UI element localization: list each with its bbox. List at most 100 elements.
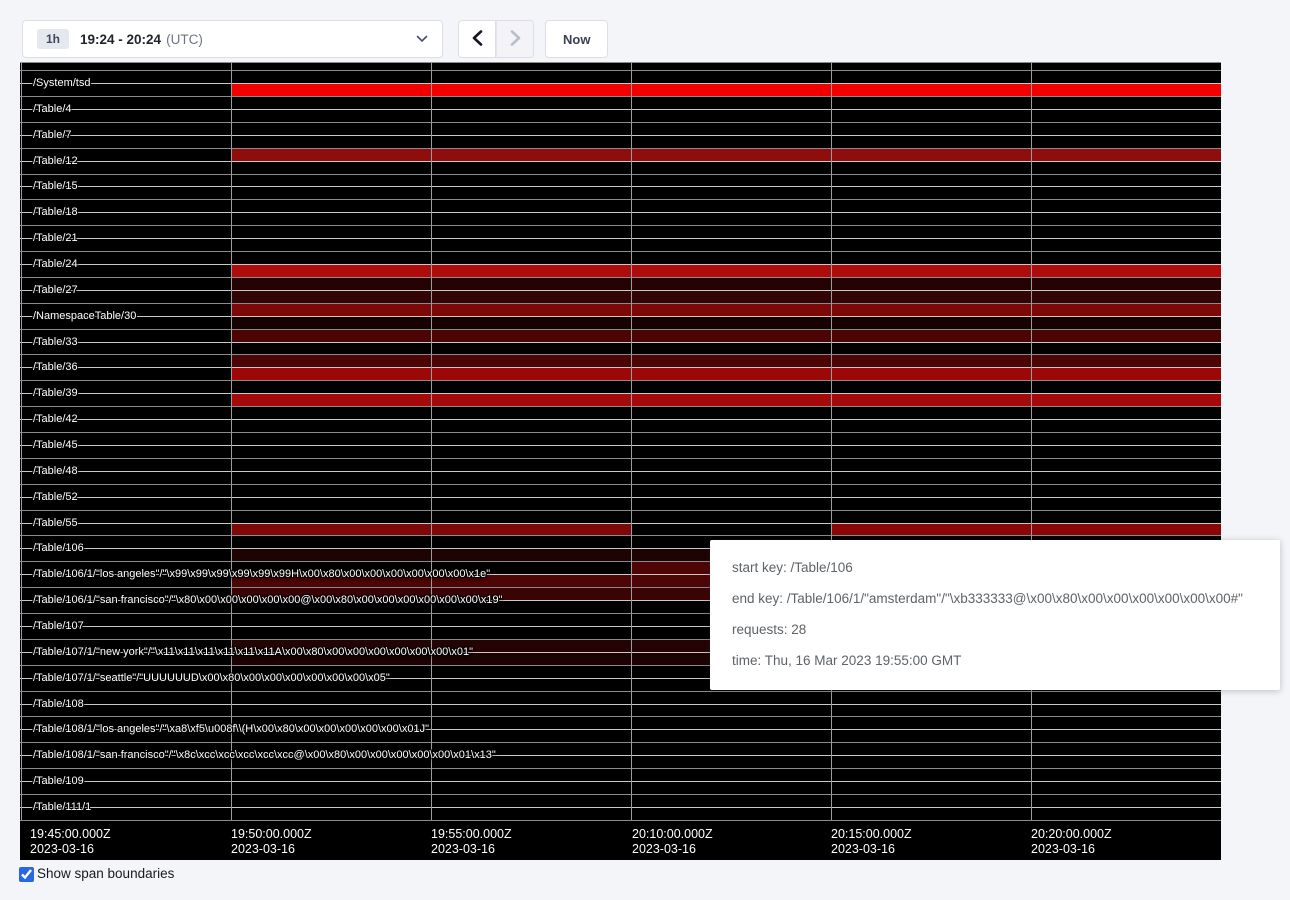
span-boundary-line: [20, 497, 1221, 498]
now-button[interactable]: Now: [545, 20, 608, 58]
span-boundary-line: [20, 393, 1221, 394]
key-visualizer-page: 1h 19:24 - 20:24 (UTC) Now /System/tsd/T…: [0, 0, 1290, 900]
span-boundary-line: [20, 225, 1221, 226]
span-boundary-line: [20, 83, 1221, 84]
key-label: /Table/12: [33, 154, 78, 168]
heatmap-band[interactable]: [231, 368, 1221, 380]
span-boundary-line: [20, 70, 1221, 71]
key-label: /Table/4: [33, 102, 72, 116]
heatmap-band[interactable]: [231, 84, 1221, 96]
heatmap-band[interactable]: [231, 524, 431, 536]
key-label: /Table/106/1/"san francisco"/"\x80\x00\x…: [33, 593, 503, 607]
key-label: /Table/24: [33, 257, 78, 271]
key-label: /Table/107/1/"new york"/"\x11\x11\x11\x1…: [33, 645, 473, 659]
span-boundary-line: [20, 484, 1221, 485]
key-label: /Table/21: [33, 231, 78, 245]
key-label: /Table/52: [33, 490, 78, 504]
span-boundary-line: [20, 62, 1221, 63]
time-axis-label: 20:15:00.000Z2023-03-16: [831, 827, 912, 857]
key-label: /Table/107/1/"seattle"/"UUUUUUD\x00\x80\…: [33, 671, 390, 685]
heatmap-band[interactable]: [231, 317, 1221, 329]
show-span-boundaries-label: Show span boundaries: [37, 866, 174, 881]
time-range-timezone: (UTC): [166, 32, 203, 47]
time-gridline: [21, 62, 22, 820]
heatmap-band[interactable]: [231, 149, 1221, 161]
tooltip-line: start key: /Table/106: [732, 560, 1270, 575]
show-span-boundaries-checkbox[interactable]: [19, 867, 34, 882]
heatmap-band[interactable]: [231, 278, 1221, 290]
key-label: /NamespaceTable/30: [33, 309, 136, 323]
next-time-window-button[interactable]: [496, 20, 534, 58]
tooltip-line: requests: 28: [732, 622, 1270, 637]
key-label: /Table/33: [33, 335, 78, 349]
previous-time-window-button[interactable]: [458, 20, 496, 58]
span-boundary-line: [20, 807, 1221, 808]
span-boundary-line: [20, 122, 1221, 123]
key-label: /Table/15: [33, 179, 78, 193]
span-boundary-line: [20, 354, 1221, 355]
span-boundary-line: [20, 367, 1221, 368]
heatmap-band[interactable]: [231, 265, 1221, 277]
span-boundary-line: [20, 290, 1221, 291]
tooltip-line: time: Thu, 16 Mar 2023 19:55:00 GMT: [732, 653, 1270, 668]
key-label: /Table/106: [33, 541, 84, 555]
span-boundary-line: [20, 303, 1221, 304]
span-boundary-line: [20, 535, 1221, 536]
heatmap-band[interactable]: [231, 291, 1221, 303]
span-boundary-line: [20, 704, 1221, 705]
heatmap-band[interactable]: [1031, 524, 1221, 536]
span-boundary-line: [20, 781, 1221, 782]
time-gridline: [631, 62, 632, 820]
heatmap-band[interactable]: [231, 355, 1221, 367]
span-boundary-line: [20, 419, 1221, 420]
key-label: /Table/27: [33, 283, 78, 297]
key-label: /Table/45: [33, 438, 78, 452]
time-range-duration-badge: 1h: [37, 29, 69, 49]
heatmap-band[interactable]: [831, 524, 1031, 536]
key-label: /Table/7: [33, 128, 72, 142]
time-window-nav: [458, 20, 534, 58]
span-boundary-line: [20, 186, 1221, 187]
span-boundary-line: [20, 135, 1221, 136]
time-range-selector[interactable]: 1h 19:24 - 20:24 (UTC): [22, 20, 443, 58]
chevron-right-icon: [510, 30, 521, 49]
span-boundary-line: [20, 510, 1221, 511]
heatmap-band[interactable]: [231, 394, 1221, 406]
time-gridline: [831, 62, 832, 820]
time-axis-label: 20:20:00.000Z2023-03-16: [1031, 827, 1112, 857]
span-boundary-line: [20, 238, 1221, 239]
span-boundary-line: [20, 109, 1221, 110]
span-boundary-line: [20, 432, 1221, 433]
hover-tooltip: start key: /Table/106end key: /Table/106…: [710, 540, 1280, 690]
key-label: /Table/18: [33, 205, 78, 219]
show-span-boundaries-control[interactable]: Show span boundaries: [19, 866, 174, 882]
key-label: /Table/108: [33, 697, 84, 711]
span-boundary-line: [20, 277, 1221, 278]
heatmap-band[interactable]: [231, 304, 1221, 316]
time-range-text: 19:24 - 20:24: [80, 32, 161, 47]
key-label: /Table/42: [33, 412, 78, 426]
span-boundary-line: [20, 316, 1221, 317]
key-visualizer-canvas[interactable]: /System/tsd/Table/4/Table/7/Table/12/Tab…: [20, 62, 1221, 860]
span-boundary-line: [20, 199, 1221, 200]
key-label: /Table/108/1/"san francisco"/"\x8c\xcc\x…: [33, 748, 496, 762]
span-boundary-line: [20, 768, 1221, 769]
span-boundary-line: [20, 96, 1221, 97]
span-boundary-line: [20, 716, 1221, 717]
span-boundary-line: [20, 212, 1221, 213]
key-label: /Table/107: [33, 619, 84, 633]
span-boundary-line: [20, 523, 1221, 524]
key-label: /Table/108/1/"los angeles"/"\xa8\xf5\u00…: [33, 722, 429, 736]
time-gridline: [1031, 62, 1032, 820]
span-boundary-line: [20, 264, 1221, 265]
heatmap-band[interactable]: [431, 524, 631, 536]
span-boundary-line: [20, 329, 1221, 330]
span-boundary-line: [20, 342, 1221, 343]
span-boundary-line: [20, 458, 1221, 459]
time-gridline: [431, 62, 432, 820]
span-boundary-line: [20, 380, 1221, 381]
key-label: /Table/39: [33, 386, 78, 400]
span-boundary-line: [20, 445, 1221, 446]
span-boundary-line: [20, 820, 1221, 821]
heatmap-band[interactable]: [231, 330, 1221, 342]
